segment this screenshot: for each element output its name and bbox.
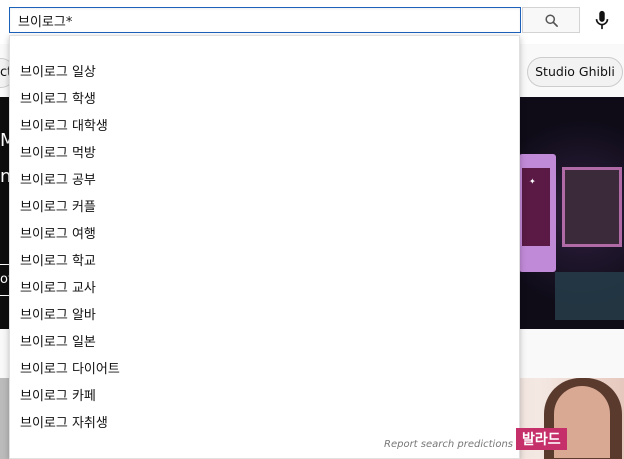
suggestion-item[interactable]: 브이로그 자취생 [10, 410, 519, 437]
suggestion-item[interactable]: 브이로그 대학생 [10, 113, 519, 140]
banner-image[interactable]: ✦ [519, 97, 624, 329]
suggestion-item[interactable]: 브이로그 먹방 [10, 140, 519, 167]
voice-search-button[interactable] [590, 9, 614, 31]
suggestion-item[interactable]: 브이로그 공부 [10, 167, 519, 194]
suggestion-item[interactable]: 브이로그 카페 [10, 383, 519, 410]
suggestion-item[interactable]: 브이로그 커플 [10, 194, 519, 221]
search-input[interactable] [18, 11, 508, 29]
banner-frame [562, 167, 622, 247]
banner-frame [519, 154, 556, 272]
report-predictions-link[interactable]: Report search predictions [384, 439, 513, 450]
suggestion-item[interactable]: 브이로그 일본 [10, 329, 519, 356]
suggestion-item[interactable]: 브이로그 학교 [10, 248, 519, 275]
search-icon [544, 13, 558, 27]
suggestion-item[interactable]: 브이로그 알바 [10, 302, 519, 329]
suggestion-item[interactable]: 브이로그 학생 [10, 86, 519, 113]
suggestion-item[interactable]: 브이로그 다이어트 [10, 356, 519, 383]
sparkle-icon: ✦ [529, 177, 536, 186]
search-box[interactable] [9, 7, 521, 33]
suggestion-item[interactable]: 브이로그 여행 [10, 221, 519, 248]
search-suggestions-dropdown: 브이로그 일상 브이로그 학생 브이로그 대학생 브이로그 먹방 브이로그 공부… [9, 35, 520, 459]
suggestion-list: 브이로그 일상 브이로그 학생 브이로그 대학생 브이로그 먹방 브이로그 공부… [10, 59, 519, 437]
thumbnail-label: 발라드 [516, 428, 567, 450]
suggestion-item[interactable]: 브이로그 교사 [10, 275, 519, 302]
suggestion-item[interactable]: 브이로그 일상 [10, 59, 519, 86]
microphone-icon [595, 10, 609, 30]
search-button[interactable] [522, 7, 580, 33]
filter-chip-studio-ghibli[interactable]: Studio Ghibli [527, 57, 623, 87]
banner-frame [555, 272, 624, 320]
